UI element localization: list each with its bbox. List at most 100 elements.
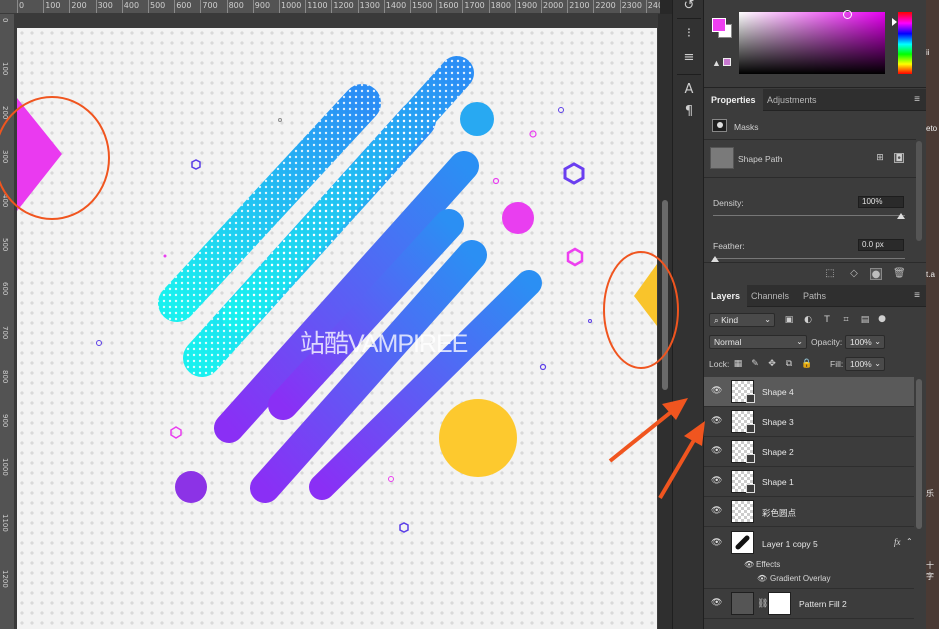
delete-mask-icon[interactable]: 🗑: [893, 268, 906, 280]
gradient-overlay-label[interactable]: Gradient Overlay: [770, 574, 830, 583]
vector-mask-icon[interactable]: ◘: [894, 153, 904, 164]
eye-icon[interactable]: 👁: [711, 416, 722, 426]
filter-adjustment-icon[interactable]: ◐: [803, 315, 813, 325]
eye-icon[interactable]: 👁: [757, 574, 767, 584]
ruler-label: 2100: [569, 1, 590, 10]
filter-type-icon[interactable]: T: [822, 315, 832, 325]
tab-channels[interactable]: Channels: [744, 285, 796, 307]
ruler-tick: [17, 0, 18, 13]
lock-transparent-icon[interactable]: ▦: [733, 359, 743, 369]
eye-icon[interactable]: 👁: [711, 446, 722, 456]
eye-icon[interactable]: 👁: [744, 560, 754, 570]
feather-slider-track[interactable]: [713, 258, 905, 259]
brush-settings-icon[interactable]: ⁝: [681, 26, 697, 42]
foreground-color-swatch[interactable]: [712, 18, 726, 32]
fx-icon[interactable]: fx: [894, 537, 901, 547]
desktop-edge: ii eto t.a 乐 十字: [926, 0, 939, 629]
lock-image-icon[interactable]: ✎: [750, 359, 760, 369]
color-field[interactable]: [739, 10, 885, 74]
layer-row-shape-4[interactable]: 👁 Shape 4: [704, 377, 914, 407]
color-picker-ring[interactable]: [843, 10, 852, 19]
ruler-tick: [69, 0, 71, 13]
gamut-warning-icon[interactable]: ▲: [712, 58, 721, 68]
density-slider-track[interactable]: [713, 215, 905, 216]
panel-menu-icon[interactable]: ≡: [914, 95, 920, 105]
layer-row-layer-1-copy-5[interactable]: 👁 Layer 1 copy 5 fx ⌃ 👁 Effects 👁 Gradie…: [704, 527, 914, 589]
lock-position-icon[interactable]: ✥: [767, 359, 777, 369]
paragraph-icon[interactable]: ¶: [681, 104, 697, 120]
lock-label: Lock:: [709, 359, 730, 369]
blend-mode-value: Normal: [714, 337, 742, 347]
filter-pixel-icon[interactable]: ▣: [784, 315, 794, 325]
layer-row-shape-1[interactable]: 👁 Shape 1: [704, 467, 914, 497]
artboard[interactable]: 站酷VAMPIREE: [17, 28, 657, 629]
load-selection-icon[interactable]: ⬚: [824, 268, 836, 280]
tab-layers[interactable]: Layers: [704, 285, 748, 307]
chevron-down-icon: ⌄: [796, 337, 803, 346]
edge-text: eto: [926, 124, 938, 133]
layers-scrollbar[interactable]: [916, 379, 922, 529]
layer-name[interactable]: 彩色圆点: [762, 507, 796, 519]
lock-artboard-icon[interactable]: ⧉: [784, 359, 794, 369]
layer-filter-kind-select[interactable]: ⌕ Kind ⌄: [709, 313, 775, 327]
adjustments-sliders-icon[interactable]: ≡: [681, 50, 697, 66]
chevron-down-icon: ⌄: [874, 337, 881, 346]
ruler-tick: [43, 0, 45, 13]
eye-icon[interactable]: 👁: [711, 476, 722, 486]
effects-label[interactable]: Effects: [756, 560, 780, 569]
eye-icon[interactable]: 👁: [711, 598, 722, 608]
density-slider-thumb[interactable]: [897, 213, 905, 219]
ruler-tick: [488, 0, 490, 13]
apply-mask-icon[interactable]: ◇: [848, 268, 860, 280]
fill-field[interactable]: 100% ⌄: [845, 357, 885, 371]
gamut-swatch[interactable]: [723, 58, 731, 66]
layer-name[interactable]: Shape 3: [762, 417, 794, 427]
layer-name[interactable]: Shape 2: [762, 447, 794, 457]
chain-link-icon[interactable]: ⛓: [757, 599, 768, 609]
layer-row-shape-2[interactable]: 👁 Shape 2: [704, 437, 914, 467]
magenta-triangle: [17, 98, 62, 211]
search-icon: ⌕: [714, 315, 719, 325]
tab-adjustments[interactable]: Adjustments: [760, 89, 824, 111]
ruler-label: 700: [202, 1, 218, 10]
opacity-field[interactable]: 100% ⌄: [845, 335, 885, 349]
select-mask-icon[interactable]: ⊞: [875, 153, 885, 163]
ruler-tick: [514, 0, 516, 13]
layer-name[interactable]: Pattern Fill 2: [799, 599, 847, 609]
eye-icon[interactable]: 👁: [711, 506, 722, 516]
layers-panel-menu-icon[interactable]: ≡: [914, 291, 920, 301]
eye-icon[interactable]: 👁: [711, 538, 722, 548]
tab-paths[interactable]: Paths: [796, 285, 833, 307]
layer-row-colored-dots[interactable]: 👁 彩色圆点: [704, 497, 914, 527]
feather-field[interactable]: 0.0 px: [858, 239, 904, 251]
ruler-label: 2300: [621, 1, 642, 10]
layer-name[interactable]: Shape 1: [762, 477, 794, 487]
properties-scrollbar[interactable]: [916, 141, 922, 241]
history-icon[interactable]: ↺: [681, 0, 697, 14]
hue-slider[interactable]: [898, 12, 912, 74]
tab-properties[interactable]: Properties: [704, 89, 763, 111]
chevron-up-icon[interactable]: ⌃: [906, 537, 913, 546]
chevron-down-icon: ⌄: [874, 359, 881, 368]
ruler-tick: [200, 0, 202, 13]
layer-name[interactable]: Layer 1 copy 5: [762, 539, 818, 549]
shape-layer-badge-icon: [746, 454, 755, 463]
visibility-eye-icon[interactable]: ●: [870, 268, 882, 280]
filter-toggle-icon[interactable]: ●: [877, 314, 887, 324]
ruler-tick: [410, 0, 411, 13]
blend-mode-select[interactable]: Normal ⌄: [709, 335, 807, 349]
layer-row-pattern-fill-2[interactable]: 👁 ⛓ Pattern Fill 2: [704, 589, 914, 619]
density-field[interactable]: 100%: [858, 196, 904, 208]
document-canvas-area[interactable]: 站酷VAMPIREE: [15, 14, 658, 629]
canvas-scroll-thumb[interactable]: [662, 200, 668, 390]
layer-row-shape-3[interactable]: 👁 Shape 3: [704, 407, 914, 437]
eye-icon[interactable]: 👁: [711, 386, 722, 396]
filter-smart-object-icon[interactable]: ▤: [860, 315, 870, 325]
shape-layer-badge-icon: [746, 424, 755, 433]
layer-name[interactable]: Shape 4: [762, 387, 794, 397]
layer-mask-thumbnail: [768, 592, 791, 615]
character-icon[interactable]: A: [681, 82, 697, 98]
canvas-vertical-scrollbar[interactable]: [658, 14, 672, 629]
filter-shape-icon[interactable]: ⌗: [841, 315, 851, 325]
lock-all-icon[interactable]: 🔒: [801, 359, 812, 369]
